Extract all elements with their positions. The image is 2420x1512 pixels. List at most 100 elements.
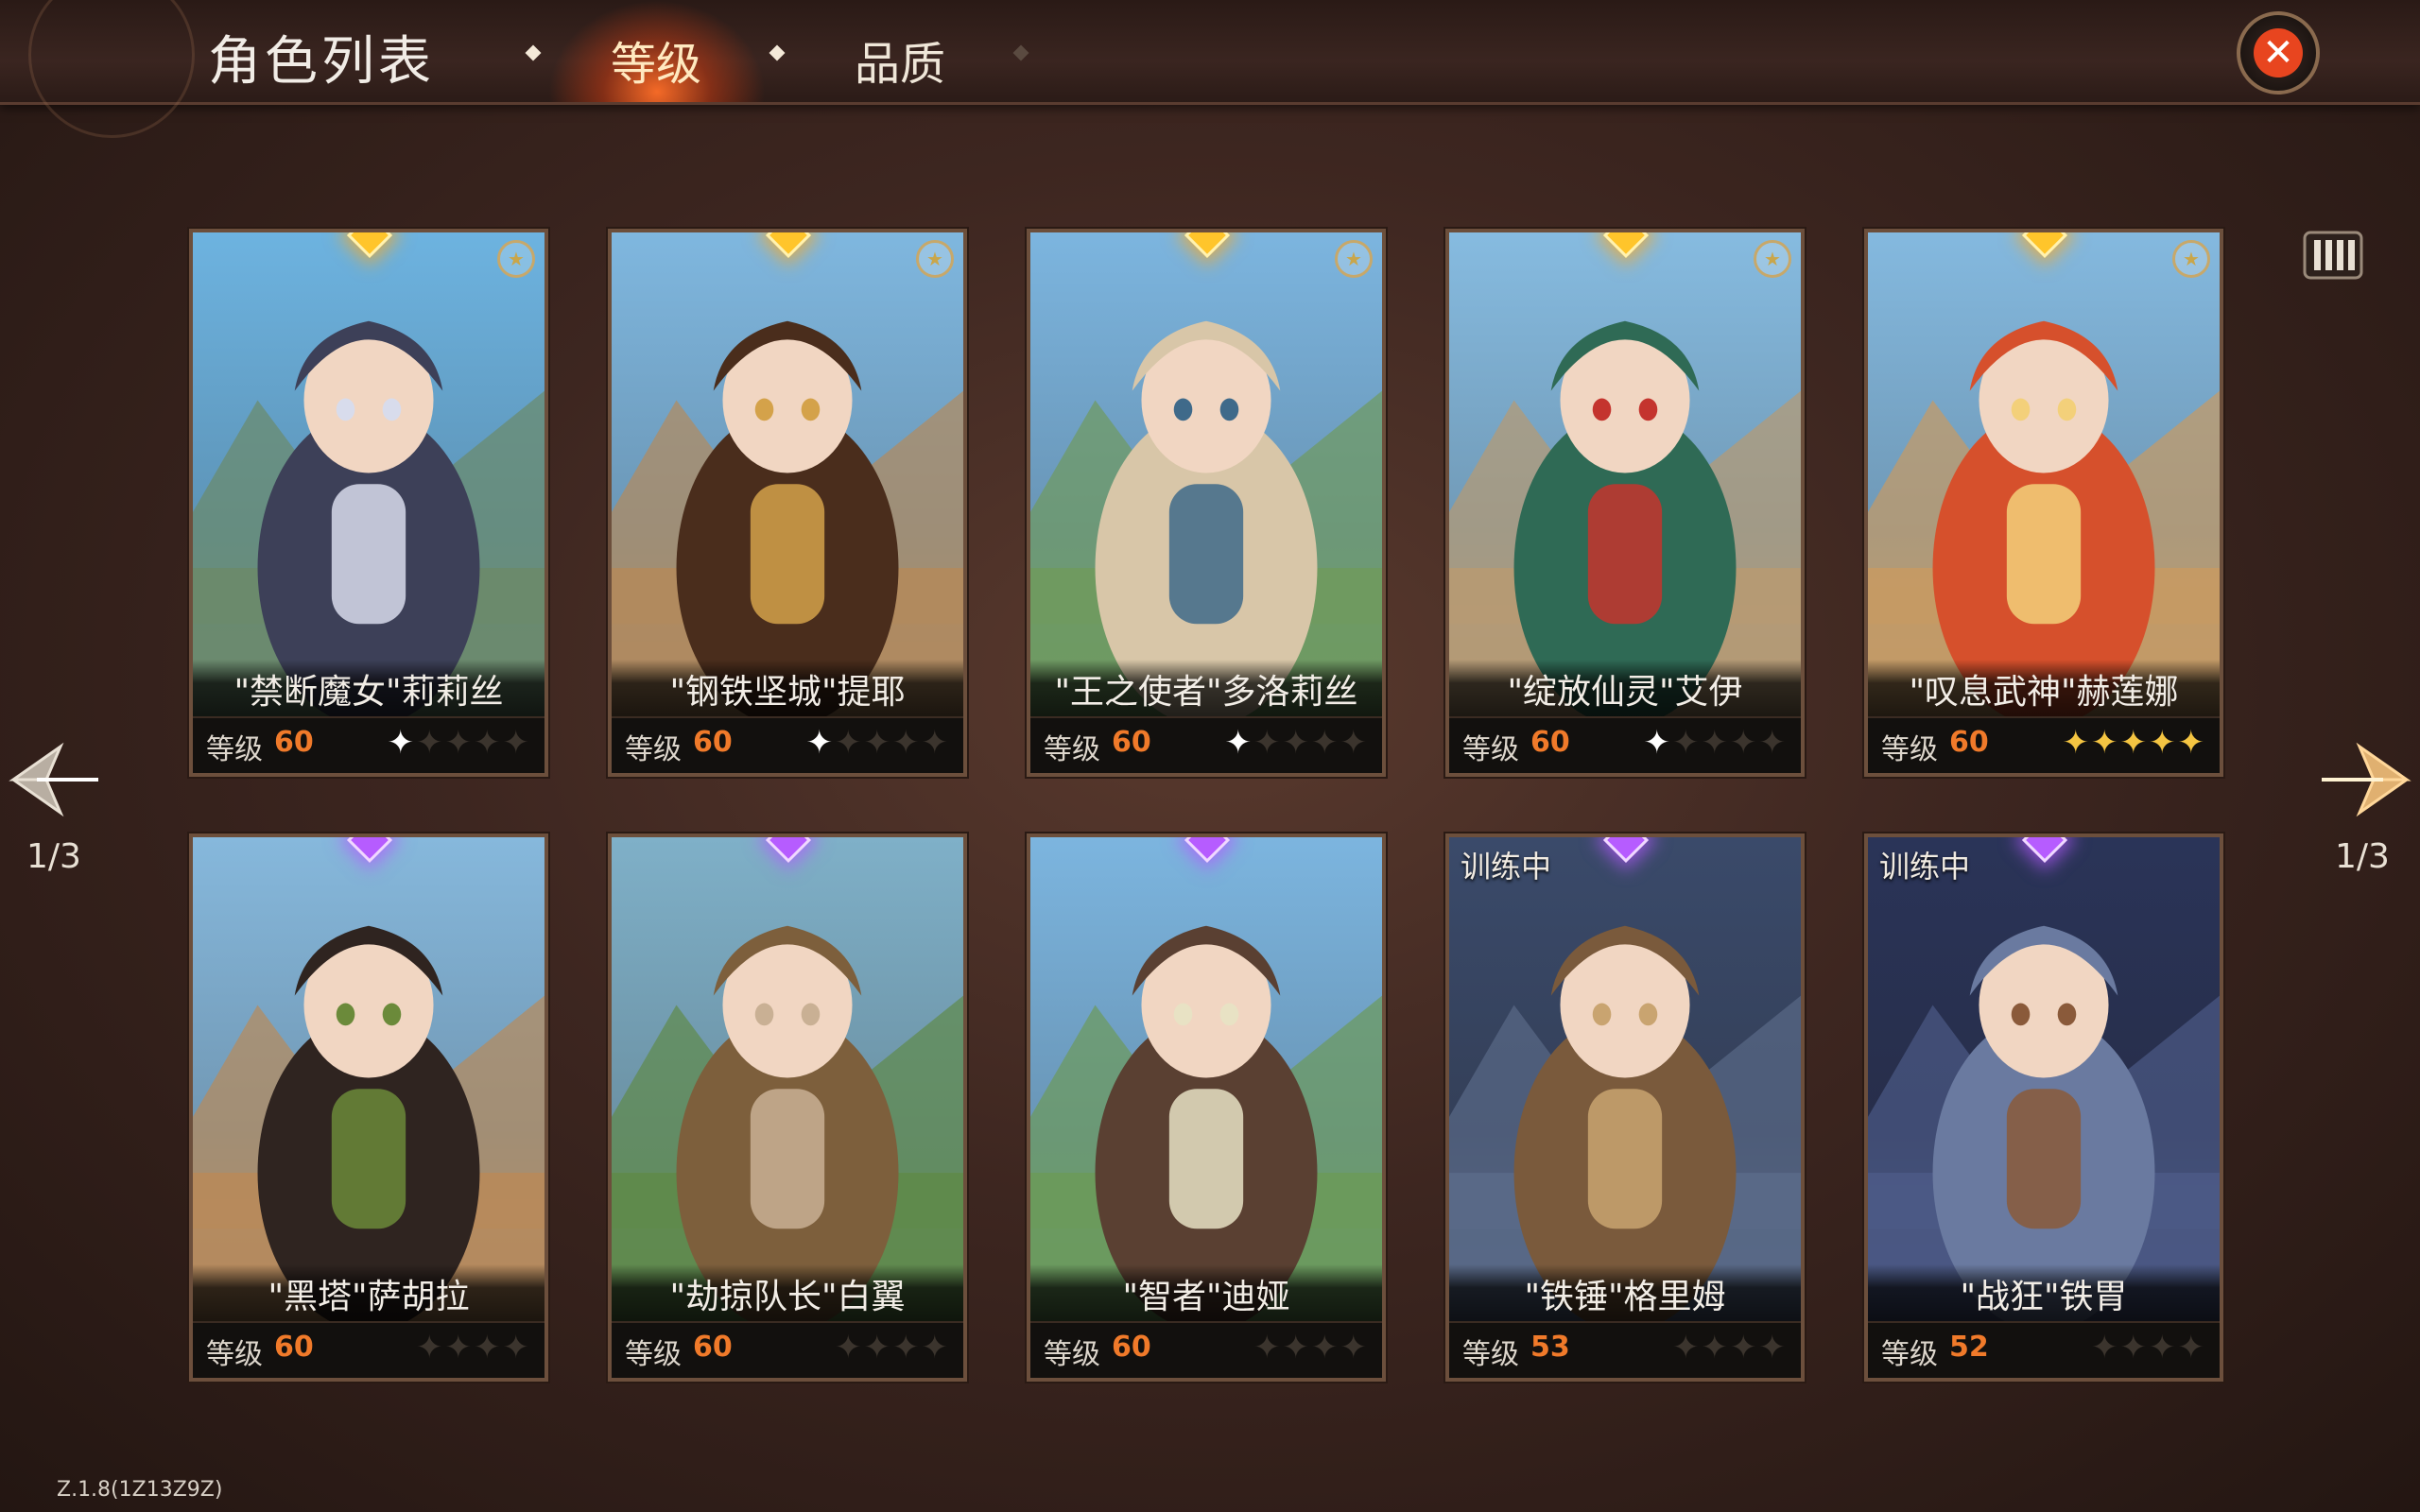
star-rating: ✦✦✦✦✦ <box>388 724 532 762</box>
favorite-star-icon[interactable]: ★ <box>2172 240 2210 278</box>
star-icon: ✦ <box>387 724 416 762</box>
favorite-star-icon[interactable]: ★ <box>497 240 535 278</box>
star-icon: ✦ <box>1672 1329 1702 1366</box>
favorite-star-icon[interactable]: ★ <box>916 240 954 278</box>
level-value: 60 <box>1112 726 1151 759</box>
star-icon: ✦ <box>1311 1329 1340 1366</box>
star-icon: ✦ <box>805 724 835 762</box>
star-icon: ✦ <box>863 724 892 762</box>
level-value: 60 <box>274 1331 314 1364</box>
star-rating: ✦✦✦✦ <box>1672 1329 1788 1366</box>
star-icon: ✦ <box>1224 724 1253 762</box>
character-card[interactable]: "劫掠队长"白翼 等级 60 ✦✦✦✦ <box>606 832 969 1383</box>
star-icon: ✦ <box>921 1329 950 1366</box>
star-icon: ✦ <box>921 724 950 762</box>
character-name: "战狂"铁胃 <box>1868 1264 2220 1323</box>
sort-toggle-icon[interactable] <box>2303 227 2363 284</box>
star-icon: ✦ <box>1730 1329 1759 1366</box>
training-status-label: 训练中 <box>1461 849 1552 885</box>
favorite-star-icon[interactable]: ★ <box>1335 240 1373 278</box>
character-name: "钢铁坚城"提耶 <box>612 660 963 718</box>
star-icon: ✦ <box>892 724 922 762</box>
level-value: 60 <box>1530 726 1570 759</box>
level-bar: 等级 60 ✦✦✦✦✦ <box>1449 716 1801 773</box>
star-icon: ✦ <box>2062 724 2091 762</box>
star-icon: ✦ <box>502 724 531 762</box>
star-icon: ✦ <box>416 1329 445 1366</box>
star-icon: ✦ <box>2091 724 2120 762</box>
star-icon: ✦ <box>1701 724 1730 762</box>
character-name: "黑塔"萨胡拉 <box>193 1264 544 1323</box>
star-icon: ✦ <box>1643 724 1672 762</box>
star-icon: ✦ <box>1701 1329 1730 1366</box>
character-name: "王之使者"多洛莉丝 <box>1030 660 1382 718</box>
character-card[interactable]: ★ "绽放仙灵"艾伊 等级 60 ✦✦✦✦✦ <box>1443 227 1806 779</box>
star-rating: ✦✦✦✦ <box>416 1329 531 1366</box>
character-name: "劫掠队长"白翼 <box>612 1264 963 1323</box>
character-card[interactable]: ★ "禁断魔女"莉莉丝 等级 60 ✦✦✦✦✦ <box>187 227 550 779</box>
tab-separator-dot <box>525 44 542 61</box>
star-icon: ✦ <box>1253 724 1283 762</box>
character-name: "叹息武神"赫莲娜 <box>1868 660 2220 718</box>
level-value: 60 <box>1112 1331 1151 1364</box>
star-rating: ✦✦✦✦✦ <box>1644 724 1789 762</box>
level-label: 等级 <box>625 733 682 766</box>
training-status-label: 训练中 <box>1879 849 1971 885</box>
star-icon: ✦ <box>474 1329 503 1366</box>
close-button[interactable]: ✕ <box>2237 11 2320 94</box>
character-name: "绽放仙灵"艾伊 <box>1449 660 1801 718</box>
star-icon: ✦ <box>502 1329 531 1366</box>
character-card[interactable]: "智者"迪娅 等级 60 ✦✦✦✦ <box>1025 832 1388 1383</box>
page-title: 角色列表 <box>208 31 435 93</box>
prev-page-arrow-icon[interactable] <box>4 728 108 832</box>
star-icon: ✦ <box>474 724 503 762</box>
character-card[interactable]: ★ "王之使者"多洛莉丝 等级 60 ✦✦✦✦✦ <box>1025 227 1388 779</box>
tab-level[interactable]: 等级 <box>611 26 701 93</box>
character-card[interactable]: "黑塔"萨胡拉 等级 60 ✦✦✦✦ <box>187 832 550 1383</box>
star-rating: ✦✦✦✦✦ <box>806 724 951 762</box>
favorite-star-icon[interactable]: ★ <box>1754 240 1791 278</box>
star-icon: ✦ <box>1758 724 1788 762</box>
star-icon: ✦ <box>1758 1329 1788 1366</box>
level-bar: 等级 53 ✦✦✦✦ <box>1449 1321 1801 1378</box>
star-icon: ✦ <box>863 1329 892 1366</box>
level-value: 60 <box>1949 726 1989 759</box>
level-value: 60 <box>274 726 314 759</box>
star-icon: ✦ <box>444 1329 474 1366</box>
character-card[interactable]: 训练中 "铁锤"格里姆 等级 53 ✦✦✦✦ <box>1443 832 1806 1383</box>
star-rating: ✦✦✦✦✦ <box>1225 724 1370 762</box>
character-name: "铁锤"格里姆 <box>1449 1264 1801 1323</box>
star-icon: ✦ <box>1340 1329 1369 1366</box>
level-label: 等级 <box>1881 1338 1938 1371</box>
level-label: 等级 <box>1462 1338 1519 1371</box>
tab-separator-dot <box>1012 44 1029 61</box>
character-name: "禁断魔女"莉莉丝 <box>193 660 544 718</box>
level-bar: 等级 60 ✦✦✦✦✦ <box>1868 716 2220 773</box>
star-icon: ✦ <box>2149 1329 2178 1366</box>
compass-emblem-icon <box>28 0 195 138</box>
star-icon: ✦ <box>1340 724 1369 762</box>
tab-quality[interactable]: 品质 <box>855 26 945 93</box>
next-page-arrow-icon[interactable] <box>2312 728 2416 832</box>
character-card[interactable]: 训练中 "战狂"铁胃 等级 52 ✦✦✦✦ <box>1862 832 2225 1383</box>
character-card[interactable]: ★ "叹息武神"赫莲娜 等级 60 ✦✦✦✦✦ <box>1862 227 2225 779</box>
star-icon: ✦ <box>1282 1329 1311 1366</box>
star-icon: ✦ <box>1672 724 1702 762</box>
level-bar: 等级 60 ✦✦✦✦ <box>193 1321 544 1378</box>
level-bar: 等级 52 ✦✦✦✦ <box>1868 1321 2220 1378</box>
top-bar: 角色列表 等级 品质 ✕ <box>0 0 2420 138</box>
level-bar: 等级 60 ✦✦✦✦ <box>1030 1321 1382 1378</box>
version-label: Z.1.8(1Z13Z9Z) <box>57 1478 223 1502</box>
star-icon: ✦ <box>444 724 474 762</box>
star-icon: ✦ <box>1282 724 1311 762</box>
level-label: 等级 <box>206 733 263 766</box>
level-bar: 等级 60 ✦✦✦✦✦ <box>1030 716 1382 773</box>
page-indicator-left: 1/3 <box>26 837 81 876</box>
star-icon: ✦ <box>835 724 864 762</box>
star-icon: ✦ <box>2091 1329 2120 1366</box>
character-name: "智者"迪娅 <box>1030 1264 1382 1323</box>
level-label: 等级 <box>1462 733 1519 766</box>
level-bar: 等级 60 ✦✦✦✦✦ <box>193 716 544 773</box>
level-value: 60 <box>693 726 733 759</box>
character-card[interactable]: ★ "钢铁坚城"提耶 等级 60 ✦✦✦✦✦ <box>606 227 969 779</box>
